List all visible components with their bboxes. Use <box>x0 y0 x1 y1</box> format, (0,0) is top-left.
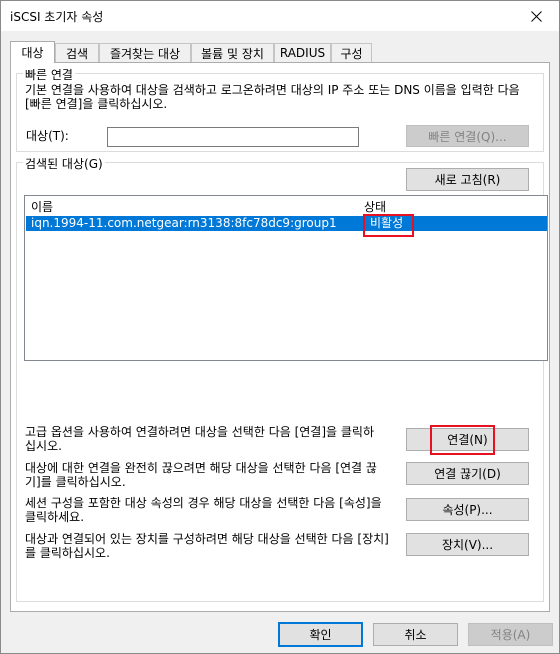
cancel-button[interactable]: 취소 <box>373 623 458 646</box>
quick-connect-button[interactable]: 빠른 연결(Q)... <box>406 125 529 147</box>
table-row[interactable]: iqn.1994-11.com.netgear:rn3138:8fc78dc9:… <box>26 216 547 231</box>
disconnect-button[interactable]: 연결 끊기(D) <box>406 462 529 485</box>
close-button[interactable] <box>513 1 559 31</box>
targets-listview[interactable]: 이름 상태 iqn.1994-11.com.netgear:rn3138:8fc… <box>24 195 548 361</box>
tab-targets[interactable]: 대상 <box>10 41 55 63</box>
dialog-window: iSCSI 초기자 속성 대상 검색 즐겨찾는 대상 볼륨 및 장치 RADIU… <box>0 0 560 654</box>
ok-button[interactable]: 확인 <box>278 622 363 647</box>
tab-configuration[interactable]: 구성 <box>331 43 372 62</box>
status-highlight-box <box>363 214 414 237</box>
quick-connect-legend: 빠른 연결 <box>23 66 75 83</box>
targets-panel: 빠른 연결 기본 연결을 사용하여 대상을 검색하고 로그온하려면 대상의 IP… <box>10 62 550 612</box>
target-name-cell: iqn.1994-11.com.netgear:rn3138:8fc78dc9:… <box>31 216 337 230</box>
connect-highlight-box <box>430 425 495 455</box>
connect-description: 고급 옵션을 사용하여 연결하려면 대상을 선택한 다음 [연결]을 클릭하십시… <box>25 425 375 453</box>
quick-connect-description: 기본 연결을 사용하여 대상을 검색하고 로그온하려면 대상의 IP 주소 또는… <box>25 83 520 111</box>
properties-description: 세션 구성을 포함한 대상 속성의 경우 해당 대상을 선택한 다음 [속성]을… <box>25 496 382 524</box>
tab-volumes-devices[interactable]: 볼륨 및 장치 <box>191 43 274 62</box>
tab-discovery[interactable]: 검색 <box>55 43 99 62</box>
tab-radius[interactable]: RADIUS <box>274 43 331 62</box>
discovered-targets-legend: 검색된 대상(G) <box>23 155 105 172</box>
target-input[interactable] <box>107 127 359 147</box>
quick-connect-group: 빠른 연결 기본 연결을 사용하여 대상을 검색하고 로그온하려면 대상의 IP… <box>16 66 544 152</box>
target-label: 대상(T): <box>26 129 69 143</box>
tab-favorite-targets[interactable]: 즐겨찾는 대상 <box>99 43 191 62</box>
close-icon <box>530 10 542 22</box>
properties-button[interactable]: 속성(P)... <box>406 498 529 521</box>
disconnect-description: 대상에 대한 연결을 완전히 끊으려면 해당 대상을 선택한 다음 [연결 끊기… <box>25 461 377 489</box>
column-header-name[interactable]: 이름 <box>31 196 53 216</box>
apply-button[interactable]: 적용(A) <box>468 623 553 646</box>
window-title: iSCSI 초기자 속성 <box>10 10 104 24</box>
devices-description: 대상과 연결되어 있는 장치를 구성하려면 해당 대상을 선택한 다음 [장치]… <box>25 532 389 560</box>
devices-button[interactable]: 장치(V)... <box>406 533 529 556</box>
refresh-button[interactable]: 새로 고침(R) <box>406 168 529 191</box>
discovered-targets-group: 검색된 대상(G) 새로 고침(R) 이름 상태 iqn.1994-11.com… <box>16 155 548 602</box>
column-header-status[interactable]: 상태 <box>364 196 386 216</box>
title-bar[interactable]: iSCSI 초기자 속성 <box>1 1 559 31</box>
